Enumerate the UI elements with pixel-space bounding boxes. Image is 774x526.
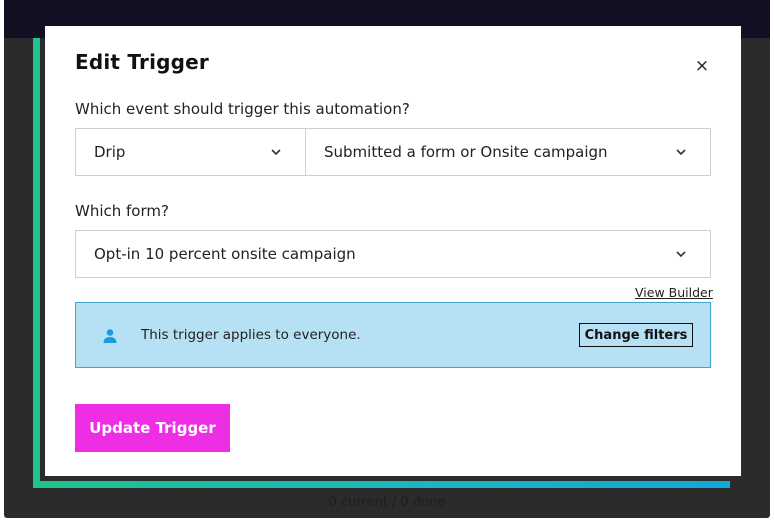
edit-trigger-modal: Edit Trigger × Which event should trigge… (45, 26, 741, 476)
event-source-value: Drip (94, 143, 126, 161)
progress-status: 0 current / 0 done (328, 495, 446, 510)
close-icon[interactable]: × (694, 58, 710, 75)
event-type-select[interactable]: Submitted a form or Onsite campaign (305, 128, 711, 176)
audience-info-banner: This trigger applies to everyone. Change… (75, 302, 711, 368)
update-trigger-button[interactable]: Update Trigger (75, 404, 230, 452)
info-text: This trigger applies to everyone. (141, 327, 361, 343)
form-question-label: Which form? (75, 202, 169, 220)
change-filters-button[interactable]: Change filters (579, 323, 693, 347)
chevron-down-icon (676, 251, 686, 258)
event-question-label: Which event should trigger this automati… (75, 100, 410, 118)
chevron-down-icon (271, 149, 281, 156)
chevron-down-icon (676, 149, 686, 156)
user-icon (103, 329, 117, 343)
view-builder-link[interactable]: View Builder (635, 285, 713, 300)
event-type-value: Submitted a form or Onsite campaign (324, 143, 608, 161)
modal-title: Edit Trigger (75, 50, 209, 74)
form-select[interactable]: Opt-in 10 percent onsite campaign (75, 230, 711, 278)
form-select-value: Opt-in 10 percent onsite campaign (94, 245, 356, 263)
event-source-select[interactable]: Drip (75, 128, 306, 176)
